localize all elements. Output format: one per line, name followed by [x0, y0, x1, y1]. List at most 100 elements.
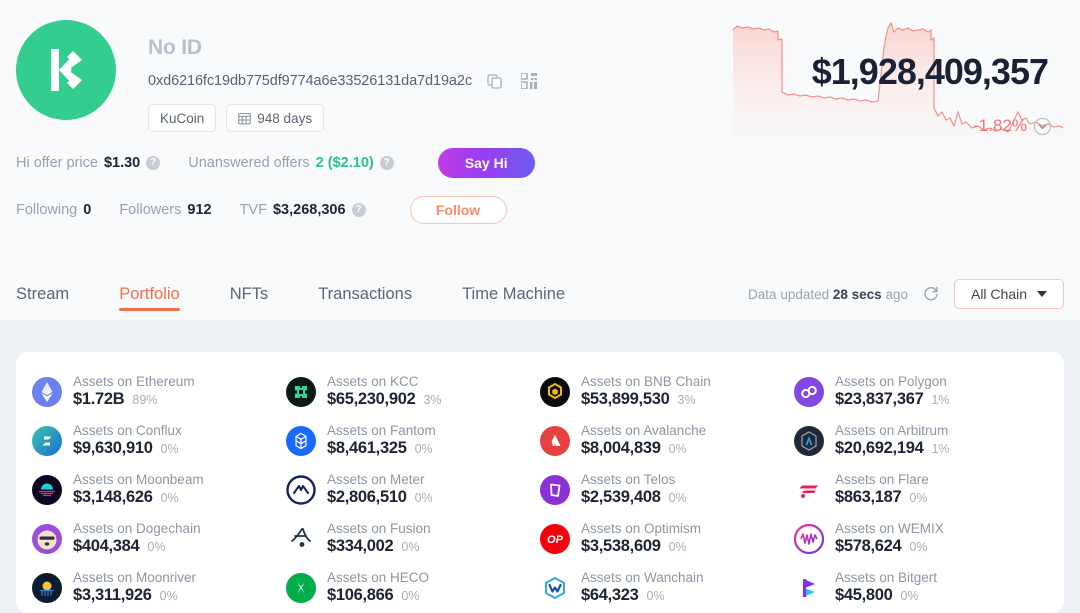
asset-value: $65,230,902: [327, 390, 416, 408]
tab-time-machine[interactable]: Time Machine: [462, 268, 565, 320]
asset-item-dogechain[interactable]: Assets on Dogechain $404,384 0%: [32, 521, 286, 556]
chain-filter-select[interactable]: All Chain: [954, 279, 1064, 309]
asset-pct: 3%: [423, 393, 442, 407]
stat-following-value: 0: [83, 202, 92, 218]
asset-value: $20,692,194: [835, 439, 924, 457]
ethereum-icon: [32, 376, 62, 407]
asset-item-telos[interactable]: Assets on Telos $2,539,408 0%: [540, 472, 794, 507]
asset-value: $3,148,626: [73, 488, 153, 506]
asset-item-optimism[interactable]: OP Assets on Optimism $3,538,609 0%: [540, 521, 794, 556]
stat-tvf-value: $3,268,306: [272, 202, 346, 218]
asset-pct: 0%: [668, 491, 687, 505]
data-updated-value: 28 secs: [832, 286, 882, 302]
say-hi-button[interactable]: Say Hi: [437, 148, 535, 178]
asset-item-meter[interactable]: Assets on Meter $2,806,510 0%: [286, 472, 540, 507]
polygon-icon: [794, 376, 824, 407]
help-icon-hi-offer-price[interactable]: ?: [146, 156, 161, 170]
asset-value: $45,800: [835, 586, 893, 604]
asset-item-avalanche[interactable]: Assets on Avalanche $8,004,839 0%: [540, 423, 794, 458]
tab-portfolio[interactable]: Portfolio: [119, 268, 180, 320]
asset-item-polygon[interactable]: Assets on Polygon $23,837,367 1%: [794, 374, 1048, 409]
kucoin-logo-icon: [51, 49, 82, 91]
heco-icon: [286, 572, 316, 603]
asset-item-conflux[interactable]: Assets on Conflux $9,630,910 0%: [32, 423, 286, 458]
stat-followers-value: 912: [187, 202, 212, 218]
help-icon-tvf[interactable]: ?: [351, 203, 366, 217]
tag-exchange[interactable]: KuCoin: [148, 104, 217, 132]
asset-pct: 0%: [646, 589, 665, 603]
asset-item-fusion[interactable]: Assets on Fusion $334,002 0%: [286, 521, 540, 556]
asset-item-bnb-chain[interactable]: Assets on BNB Chain $53,899,530 3%: [540, 374, 794, 409]
asset-value: $9,630,910: [73, 439, 153, 457]
meter-icon: [286, 474, 316, 505]
profile-header: No ID 0xd6216fc19db775df9774a6e33526131d…: [0, 0, 1080, 320]
conflux-icon: [32, 425, 62, 456]
dogechain-icon: [32, 523, 62, 554]
bnb-icon: [540, 376, 570, 407]
asset-label: Assets on Optimism: [581, 521, 702, 536]
page-title: No ID: [148, 36, 202, 59]
asset-value: $2,539,408: [581, 488, 661, 506]
asset-item-wanchain[interactable]: Assets on Wanchain $64,323 0%: [540, 570, 794, 605]
asset-value: $2,806,510: [327, 488, 407, 506]
bitgert-icon: [803, 578, 815, 597]
asset-label: Assets on Conflux: [73, 423, 182, 438]
wanchain-icon: [545, 576, 565, 599]
tab-stream[interactable]: Stream: [16, 268, 69, 320]
portfolio-change-row: -1.82%: [973, 116, 1052, 136]
asset-pct: 0%: [147, 540, 166, 554]
stats-row-1: Hi offer price $1.30 ? Unanswered offers…: [16, 146, 1080, 180]
moonbeam-icon: [32, 474, 62, 505]
asset-label: Assets on Avalanche: [581, 423, 707, 438]
help-icon-unanswered-offers[interactable]: ?: [379, 156, 394, 170]
stat-hi-offer-price-label: Hi offer price: [16, 155, 98, 171]
svg-text:OP: OP: [547, 534, 564, 546]
asset-label: Assets on Bitgert: [835, 570, 938, 585]
fantom-icon: [286, 425, 316, 456]
clock-history-icon[interactable]: [1033, 117, 1052, 136]
asset-item-moonriver[interactable]: Assets on Moonriver $3,311,926 0%: [32, 570, 286, 605]
avalanche-icon: [540, 425, 570, 456]
asset-value: $1.72B: [73, 390, 125, 408]
tab-bar-right: Data updated 28 secs ago All Chain: [748, 279, 1064, 309]
asset-item-moonbeam[interactable]: Assets on Moonbeam $3,148,626 0%: [32, 472, 286, 507]
stat-hi-offer-price-value: $1.30: [103, 155, 141, 171]
data-updated-status: Data updated 28 secs ago: [748, 287, 908, 302]
arbitrum-icon: [794, 425, 824, 456]
asset-item-fantom[interactable]: Assets on Fantom $8,461,325 0%: [286, 423, 540, 458]
follow-button[interactable]: Follow: [409, 196, 507, 224]
asset-label: Assets on Dogechain: [73, 521, 201, 536]
data-updated-suffix: ago: [885, 286, 908, 302]
asset-label: Assets on BNB Chain: [581, 374, 711, 389]
stat-unanswered-offers-label: Unanswered offers: [188, 155, 310, 171]
stat-tvf-label: TVF: [239, 202, 267, 218]
telos-icon: [540, 474, 570, 505]
copy-icon[interactable]: [484, 70, 506, 92]
asset-item-wemix[interactable]: Assets on WEMIX $578,624 0%: [794, 521, 1048, 556]
stat-tvf: TVF $3,268,306 ?: [240, 202, 366, 218]
stats-row-2: Following 0 Followers 912 TVF $3,268,306…: [16, 193, 1080, 227]
asset-label: Assets on HECO: [327, 570, 430, 585]
asset-label: Assets on WEMIX: [835, 521, 944, 536]
assets-grid: Assets on Ethereum $1.72B 89% Assets on …: [32, 374, 1048, 605]
asset-value: $404,384: [73, 537, 140, 555]
tag-age[interactable]: 948 days: [226, 104, 325, 132]
qr-code-icon[interactable]: [518, 70, 540, 92]
asset-value: $64,323: [581, 586, 639, 604]
avatar[interactable]: [16, 20, 116, 120]
asset-item-heco[interactable]: Assets on HECO $106,866 0%: [286, 570, 540, 605]
tab-nfts[interactable]: NFTs: [230, 268, 269, 320]
asset-item-flare[interactable]: Assets on Flare $863,187 0%: [794, 472, 1048, 507]
asset-item-arbitrum[interactable]: Assets on Arbitrum $20,692,194 1%: [794, 423, 1048, 458]
asset-item-bitgert[interactable]: Assets on Bitgert $45,800 0%: [794, 570, 1048, 605]
asset-label: Assets on Fantom: [327, 423, 436, 438]
asset-item-ethereum[interactable]: Assets on Ethereum $1.72B 89%: [32, 374, 286, 409]
refresh-icon[interactable]: [922, 285, 940, 303]
tab-transactions[interactable]: Transactions: [318, 268, 412, 320]
profile-tags: KuCoin 948 days: [148, 104, 540, 132]
asset-pct: 0%: [668, 540, 687, 554]
asset-item-kcc[interactable]: Assets on KCC $65,230,902 3%: [286, 374, 540, 409]
asset-pct: 0%: [414, 442, 433, 456]
asset-pct: 0%: [668, 442, 687, 456]
asset-value: $3,311,926: [73, 586, 152, 604]
